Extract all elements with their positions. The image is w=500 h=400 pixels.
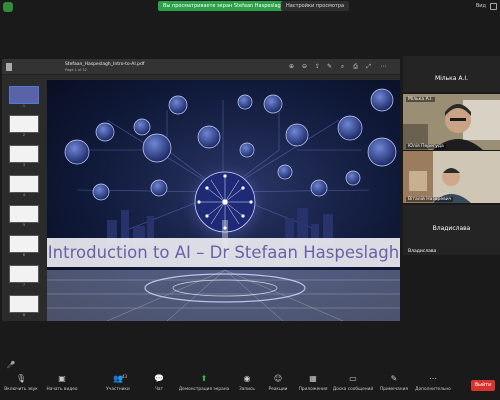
ai-network-illustration (47, 88, 400, 321)
thumbnail-number: 7 (22, 283, 26, 287)
participant-tile[interactable]: Владислава Владислава (403, 205, 500, 255)
zoom-out-icon[interactable]: ⊖ (301, 63, 308, 70)
thumbnail-image (9, 205, 39, 223)
participant-name: Віталій Назаревич (406, 197, 454, 202)
thumbnail-image (9, 145, 39, 163)
thumbnail[interactable]: 5 (7, 205, 41, 227)
view-button[interactable]: Вид (476, 3, 486, 9)
participant-name: Владислава (408, 249, 437, 254)
thumbnail-number: 6 (22, 253, 26, 257)
share-screen-icon: ⬆ (200, 374, 208, 383)
thumbnail-image (9, 175, 39, 193)
chat-icon: 💬 (154, 374, 164, 383)
more-label: Дополнительно (415, 387, 451, 392)
notes-button[interactable]: ✎ Примечания (377, 374, 411, 392)
thumbnail-number: 2 (22, 133, 26, 137)
chat-button[interactable]: 💬 Чат (148, 374, 170, 392)
participant-video-tile[interactable]: Віталій Назаревич (403, 151, 500, 203)
participants-count: 43 (122, 374, 128, 379)
apps-icon: ▦ (309, 374, 317, 383)
thumbnail-number: 8 (22, 313, 26, 317)
slide-canvas: Introduction to AI – Dr Stefaan Haspesla… (47, 80, 400, 321)
share-screen-button[interactable]: ⬆ Демонстрация экрана (178, 374, 230, 392)
participant-video-tile[interactable]: Мілька А.І. Юлія Перегуда (403, 94, 500, 150)
participant-name: Юлія Перегуда (406, 144, 446, 149)
microphone-muted-icon: 🎙 (16, 374, 27, 383)
participants-button[interactable]: 👥 Участники (103, 374, 133, 392)
view-options-button[interactable]: Настройки просмотра (281, 1, 350, 11)
top-bar: Вы просматриваете экран Stefaan Haspesla… (0, 0, 500, 14)
apps-button[interactable]: ▦ Приложения (296, 374, 330, 392)
thumbnail[interactable]: 1 (7, 86, 41, 108)
share-icon[interactable]: ⇪ (314, 63, 321, 70)
viewer-header: Stefaan_Haspeslagh_Intro-to-AI.pdf Page … (2, 59, 400, 75)
thumbnail-image (9, 115, 39, 133)
participant-name: Мілька А.І. (434, 75, 469, 82)
meeting-toolbar: 🎙 Включить звук ▣ Начать видео 👥 Участни… (0, 372, 500, 400)
chat-label: Чат (154, 387, 164, 392)
reactions-button[interactable]: ☺ Реакции (266, 374, 290, 392)
thumbnail-number: 4 (22, 193, 26, 197)
notes-icon: ✎ (390, 374, 398, 383)
window-maximize-icon[interactable] (490, 3, 497, 10)
share-screen-label: Демонстрация экрана (178, 387, 230, 392)
thumbnail-image (9, 265, 39, 283)
thumbnail-sidebar[interactable]: 1 2 3 4 5 6 7 8 (2, 76, 46, 321)
reactions-icon: ☺ (273, 374, 283, 383)
unmute-label: Включить звук (4, 387, 38, 392)
participant-tile[interactable]: Мілька А.І. (403, 56, 500, 92)
thumbnail[interactable]: 7 (7, 265, 41, 287)
whiteboard-button[interactable]: ▭ Доска сообщений (332, 374, 374, 392)
file-name: Stefaan_Haspeslagh_Intro-to-AI.pdf (65, 62, 145, 67)
participant-video (403, 94, 500, 150)
thumbnail[interactable]: 6 (7, 235, 41, 257)
whiteboard-icon: ▭ (349, 374, 357, 383)
thumbnail[interactable]: 2 (7, 115, 41, 137)
viewing-share-indicator[interactable]: Вы просматриваете экран Stefaan Haspesla… (158, 1, 289, 11)
more-icon[interactable]: ⋯ (380, 63, 387, 70)
thumbnail-number: 1 (22, 104, 26, 108)
apps-label: Приложения (298, 387, 328, 392)
record-button[interactable]: ◉ Запись (237, 374, 257, 392)
record-label: Запись (239, 387, 255, 392)
record-icon: ◉ (243, 374, 251, 383)
thumbnail[interactable]: 3 (7, 145, 41, 167)
thumbnail-image (9, 295, 39, 313)
highlight-icon[interactable]: ✎ (326, 63, 333, 70)
thumbnail[interactable]: 8 (7, 295, 41, 317)
participants-label: Участники (106, 387, 130, 392)
thumbnail-number: 5 (22, 223, 26, 227)
search-icon[interactable]: ⌕ (339, 63, 346, 70)
more-button[interactable]: ⋯ Дополнительно (414, 374, 452, 392)
thumbnail-image (9, 235, 39, 253)
document-icon (6, 63, 12, 71)
pdf-viewer: Stefaan_Haspeslagh_Intro-to-AI.pdf Page … (2, 59, 400, 321)
zoom-in-icon[interactable]: ⊕ (288, 63, 295, 70)
more-icon: ⋯ (429, 374, 437, 383)
zoom-shield-icon[interactable] (3, 2, 13, 12)
participant-video (403, 151, 500, 203)
start-video-button[interactable]: ▣ Начать видео (45, 374, 79, 392)
unmute-button[interactable]: 🎙 Включить звук (4, 374, 38, 392)
start-video-label: Начать видео (46, 387, 78, 392)
participant-name-large: Владислава (432, 225, 471, 232)
participant-name: Мілька А.І. (406, 97, 435, 102)
print-icon[interactable]: ⎙ (352, 63, 359, 70)
page-info: Page 1 of 32 (65, 68, 87, 72)
thumbnail-number: 3 (22, 163, 26, 167)
audio-active-icon[interactable]: 🎤 (6, 360, 16, 370)
slide-title: Introduction to AI – Dr Stefaan Haspesla… (47, 243, 400, 262)
camera-off-icon: ▣ (58, 374, 66, 383)
leave-meeting-button[interactable]: Выйти (471, 380, 495, 391)
reactions-label: Реакции (268, 387, 288, 392)
whiteboard-label: Доска сообщений (332, 387, 374, 392)
thumbnail-image (9, 86, 39, 104)
notes-label: Примечания (380, 387, 408, 392)
fullscreen-icon[interactable]: ⤢ (365, 63, 372, 70)
thumbnail[interactable]: 4 (7, 175, 41, 197)
